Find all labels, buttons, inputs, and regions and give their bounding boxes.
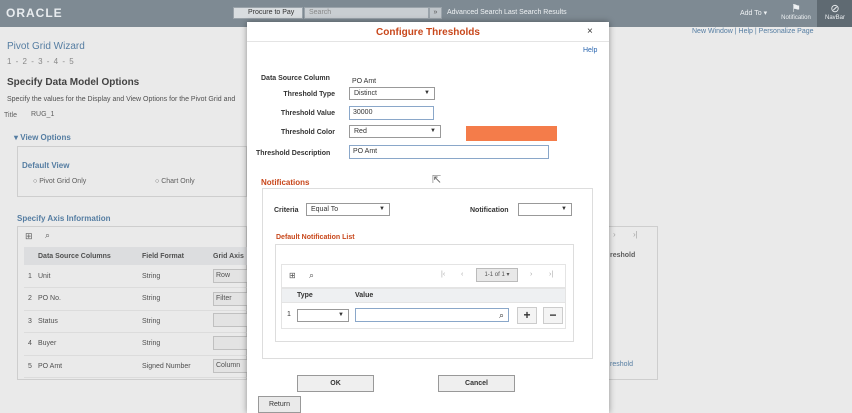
previous-page-icon[interactable]: ‹ bbox=[461, 271, 463, 278]
compass-icon: ⊘ bbox=[830, 3, 840, 15]
add-row-button[interactable]: + bbox=[517, 307, 537, 324]
chevron-down-icon: ▼ bbox=[561, 206, 567, 212]
default-notification-list-heading: Default Notification List bbox=[276, 234, 355, 241]
col-header-value: Value bbox=[355, 292, 374, 299]
threshold-color-select[interactable]: Red ▼ bbox=[349, 125, 441, 138]
threshold-type-label: Threshold Type bbox=[283, 91, 335, 98]
col-header-type: Type bbox=[297, 292, 313, 299]
criteria-value: Equal To bbox=[311, 206, 339, 213]
threshold-desc-label: Threshold Description bbox=[256, 150, 331, 157]
remove-row-button[interactable]: − bbox=[543, 307, 563, 324]
threshold-value-label: Threshold Value bbox=[280, 110, 335, 117]
search-input[interactable]: Search bbox=[304, 7, 429, 19]
pager-text: 1-1 of 1 bbox=[484, 272, 505, 278]
search-scope-dropdown[interactable]: Procure to Pay bbox=[233, 7, 303, 19]
advanced-search-link[interactable]: Advanced Search bbox=[447, 9, 502, 16]
chevron-down-icon: ▼ bbox=[379, 206, 385, 212]
search-icon[interactable]: ⌕ bbox=[309, 270, 314, 281]
notification-select[interactable]: ▼ bbox=[518, 203, 572, 216]
flag-icon: ⚑ bbox=[791, 3, 801, 15]
notification-label: Notification bbox=[781, 15, 811, 21]
value-input[interactable]: ⌕ bbox=[355, 308, 509, 322]
threshold-color-label: Threshold Color bbox=[280, 129, 335, 136]
grid-settings-icon[interactable]: ⊞ bbox=[289, 271, 296, 280]
chevron-down-icon: ▼ bbox=[424, 90, 430, 96]
notification-grid-header: Type Value bbox=[281, 288, 566, 303]
pager-select[interactable]: 1-1 of 1 ▾ bbox=[476, 268, 518, 282]
ok-button[interactable]: OK bbox=[297, 375, 374, 392]
modal-header: Configure Thresholds × bbox=[247, 22, 609, 42]
notification-label: Notification bbox=[470, 207, 509, 214]
threshold-desc-input[interactable]: PO Amt bbox=[349, 145, 549, 159]
threshold-type-value: Distinct bbox=[354, 90, 377, 97]
navbar-button[interactable]: ⊘ NavBar bbox=[820, 3, 850, 21]
configure-thresholds-modal: Configure Thresholds × Help Data Source … bbox=[247, 22, 609, 413]
return-button[interactable]: Return bbox=[258, 396, 301, 413]
row-num: 1 bbox=[287, 311, 291, 318]
lookup-icon[interactable]: ⌕ bbox=[499, 309, 504, 321]
last-page-icon[interactable]: ›| bbox=[549, 271, 553, 278]
chevron-down-icon: ▼ bbox=[430, 128, 436, 134]
mouse-cursor-icon: ⇱ bbox=[432, 174, 442, 186]
threshold-value-input[interactable]: 30000 bbox=[349, 106, 434, 120]
add-to-menu[interactable]: Add To ▾ bbox=[740, 9, 767, 17]
help-link[interactable]: Help bbox=[583, 47, 597, 54]
criteria-select[interactable]: Equal To ▼ bbox=[306, 203, 390, 216]
notifications-heading: Notifications bbox=[261, 178, 310, 187]
navbar-label: NavBar bbox=[824, 15, 845, 21]
data-source-value: PO Amt bbox=[352, 78, 377, 85]
oracle-logo: ORACLE bbox=[6, 6, 63, 20]
search-icon[interactable]: » bbox=[429, 7, 442, 19]
threshold-color-value: Red bbox=[354, 128, 367, 135]
notification-button[interactable]: ⚑ Notification bbox=[781, 3, 811, 21]
threshold-type-select[interactable]: Distinct ▼ bbox=[349, 87, 435, 100]
last-search-results-link[interactable]: Last Search Results bbox=[504, 9, 567, 16]
close-icon[interactable]: × bbox=[587, 26, 593, 37]
threshold-color-swatch bbox=[466, 126, 557, 141]
first-page-icon[interactable]: |‹ bbox=[441, 271, 445, 278]
cancel-button[interactable]: Cancel bbox=[438, 375, 515, 392]
next-page-icon[interactable]: › bbox=[530, 271, 532, 278]
data-source-label: Data Source Column bbox=[261, 75, 330, 82]
add-to-label: Add To bbox=[740, 10, 762, 17]
criteria-label: Criteria bbox=[274, 207, 299, 214]
modal-title: Configure Thresholds bbox=[376, 27, 480, 38]
type-select[interactable]: ▼ bbox=[297, 309, 349, 322]
chevron-down-icon: ▼ bbox=[338, 312, 344, 318]
grid-toolbar bbox=[281, 264, 566, 288]
